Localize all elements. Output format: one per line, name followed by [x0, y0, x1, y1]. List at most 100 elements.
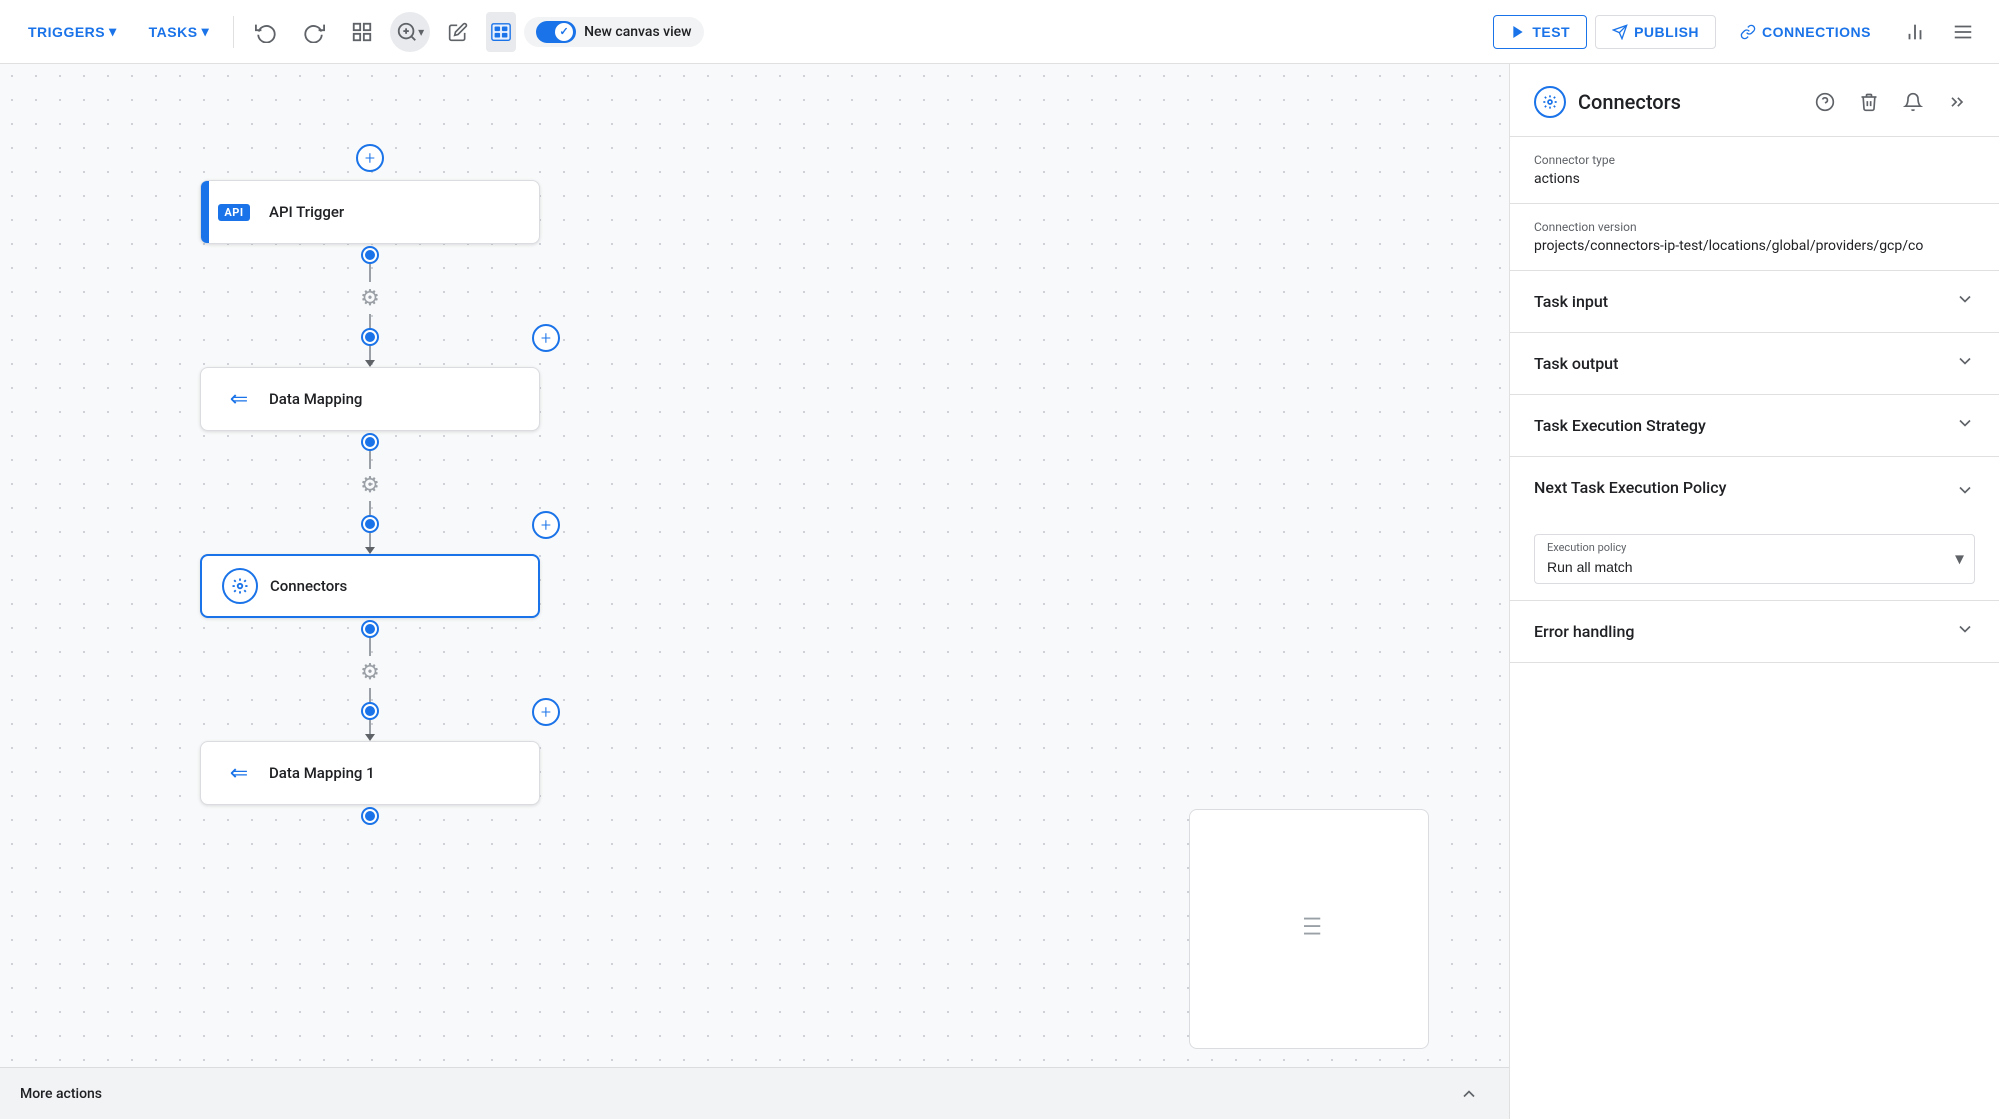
data-mapping-label: Data Mapping [269, 390, 362, 408]
task-output-title: Task output [1534, 354, 1618, 373]
vline-9 [369, 718, 371, 734]
connector-dot-3 [363, 435, 377, 449]
more-actions-label: More actions [20, 1086, 102, 1102]
connector-type-value: actions [1534, 171, 1975, 187]
data-mapping-node[interactable]: ⇐ Data Mapping [200, 367, 540, 431]
floating-card [1189, 809, 1429, 1049]
data-mapping-1-node[interactable]: ⇐ Data Mapping 1 [200, 741, 540, 805]
api-trigger-label: API Trigger [269, 203, 344, 221]
triggers-button[interactable]: TRIGGERS ▾ [16, 17, 129, 46]
connector-dot-2 [363, 330, 377, 344]
publish-button[interactable]: PUBLISH [1595, 15, 1716, 49]
flow-container: + API API Trigger ⚙ + [200, 144, 540, 823]
canvas-view-button[interactable] [486, 12, 516, 52]
zoom-chevron-icon: ▾ [418, 25, 424, 39]
next-task-execution-policy-content: Execution policy Run all match Run first… [1510, 518, 1999, 600]
next-task-execution-policy-chevron [1955, 475, 1975, 500]
api-trigger-step: API API Trigger ⚙ + [200, 180, 540, 367]
vline-1 [369, 262, 371, 282]
redo-button[interactable] [294, 12, 334, 52]
task-input-section: Task input [1510, 271, 1999, 333]
vline-3 [369, 344, 371, 360]
connectors-icon [222, 568, 258, 604]
task-output-chevron [1955, 351, 1975, 376]
vline-8 [369, 688, 371, 704]
test-button[interactable]: TEST [1493, 15, 1587, 49]
data-mapping-1-icon: ⇐ [221, 755, 257, 791]
connectors-label: Connectors [270, 577, 347, 595]
add-before-api-button[interactable]: + [356, 144, 384, 172]
vline-2 [369, 314, 371, 330]
add-after-dm-button[interactable]: + [532, 511, 560, 539]
connection-version-value: projects/connectors-ip-test/locations/gl… [1534, 238, 1975, 254]
connector-type-label: Connector type [1534, 153, 1975, 167]
panel-bell-button[interactable] [1895, 84, 1931, 120]
connector-dot-7 [363, 809, 377, 823]
main-layout: + API API Trigger ⚙ + [0, 64, 1999, 1119]
menu-button[interactable] [1943, 12, 1983, 52]
task-output-header[interactable]: Task output [1510, 333, 1999, 394]
data-mapping-1-step: ⇐ Data Mapping 1 [200, 741, 540, 823]
add-after-conn-button[interactable]: + [532, 698, 560, 726]
connector-dot-4 [363, 517, 377, 531]
task-input-header[interactable]: Task input [1510, 271, 1999, 332]
connections-button[interactable]: CONNECTIONS [1724, 16, 1887, 48]
connectors-node[interactable]: Connectors [200, 554, 540, 618]
task-input-chevron [1955, 289, 1975, 314]
panel-title: Connectors [1578, 90, 1795, 114]
floating-card-icon [1294, 911, 1324, 948]
error-handling-chevron [1955, 619, 1975, 644]
toggle-switch[interactable] [536, 21, 576, 43]
add-after-api-button[interactable]: + [532, 324, 560, 352]
task-output-section: Task output [1510, 333, 1999, 395]
gear-icon-2[interactable]: ⚙ [354, 469, 386, 501]
layout-button[interactable] [342, 12, 382, 52]
next-task-execution-policy-header[interactable]: Next Task Execution Policy [1510, 457, 1999, 518]
undo-button[interactable] [246, 12, 286, 52]
zoom-button[interactable]: ▾ [390, 12, 430, 52]
next-task-execution-policy-section: Next Task Execution Policy Execution pol… [1510, 457, 1999, 601]
vline-5 [369, 501, 371, 517]
next-task-execution-policy-title: Next Task Execution Policy [1534, 478, 1726, 497]
tasks-button[interactable]: TASKS ▾ [137, 17, 221, 46]
gear-icon-3[interactable]: ⚙ [354, 656, 386, 688]
task-execution-strategy-header[interactable]: Task Execution Strategy [1510, 395, 1999, 456]
arrow-3 [365, 734, 375, 741]
api-trigger-node[interactable]: API API Trigger [200, 180, 540, 244]
connector-dot-6 [363, 704, 377, 718]
task-execution-strategy-section: Task Execution Strategy [1510, 395, 1999, 457]
api-stripe [201, 181, 209, 243]
analytics-button[interactable] [1895, 12, 1935, 52]
execution-policy-select[interactable]: Run all match Run first match [1535, 535, 1974, 583]
connector-dot-1 [363, 248, 377, 262]
connection-version-label: Connection version [1534, 220, 1975, 234]
vline-4 [369, 449, 371, 469]
triggers-chevron-icon: ▾ [109, 23, 117, 40]
side-panel: Connectors Connector type actions [1509, 64, 1999, 1119]
edit-button[interactable] [438, 12, 478, 52]
panel-delete-button[interactable] [1851, 84, 1887, 120]
panel-header-icons [1807, 84, 1975, 120]
panel-header: Connectors [1510, 64, 1999, 137]
arrow-1 [365, 360, 375, 367]
arrow-2 [365, 547, 375, 554]
api-icon: API [221, 194, 257, 230]
tasks-chevron-icon: ▾ [202, 23, 210, 40]
execution-policy-wrapper: Execution policy Run all match Run first… [1534, 534, 1975, 584]
canvas-area[interactable]: + API API Trigger ⚙ + [0, 64, 1509, 1119]
new-canvas-view-toggle[interactable]: New canvas view [524, 17, 703, 47]
more-actions-expand-button[interactable] [1449, 1074, 1489, 1114]
vline-6 [369, 531, 371, 547]
panel-help-button[interactable] [1807, 84, 1843, 120]
task-execution-strategy-title: Task Execution Strategy [1534, 416, 1706, 435]
data-mapping-step: ⇐ Data Mapping ⚙ + [200, 367, 540, 554]
task-execution-strategy-chevron [1955, 413, 1975, 438]
gear-icon-1[interactable]: ⚙ [354, 282, 386, 314]
error-handling-header[interactable]: Error handling [1510, 601, 1999, 662]
toolbar: TRIGGERS ▾ TASKS ▾ ▾ New canvas view TES… [0, 0, 1999, 64]
data-mapping-1-label: Data Mapping 1 [269, 764, 375, 782]
panel-close-button[interactable] [1939, 84, 1975, 120]
vline-7 [369, 636, 371, 656]
connector-dot-5 [363, 622, 377, 636]
toolbar-right: TEST PUBLISH CONNECTIONS [1493, 12, 1983, 52]
